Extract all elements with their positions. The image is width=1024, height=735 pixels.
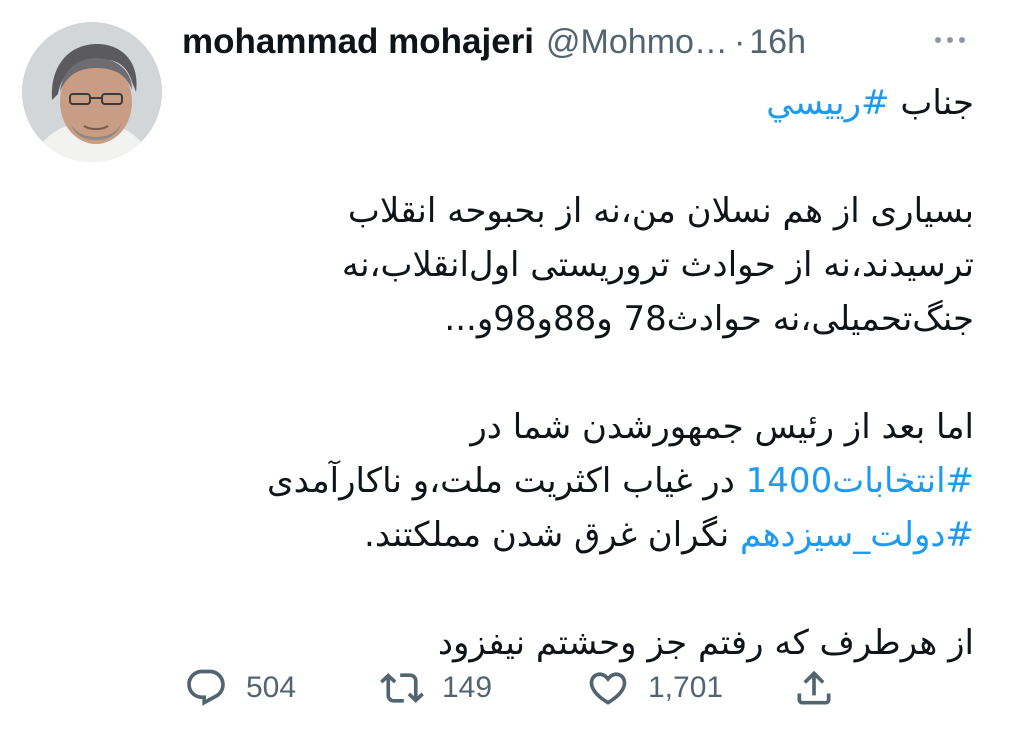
text-segment: از هرطرف که رفتم جز وحشتم نیفزود [437, 623, 974, 663]
tweet-text-line: بسیاری از هم نسلان من،نه از بحبوحه انقلا… [174, 184, 974, 238]
tweet-text-line: #انتخابات1400 در غیاب اکثریت ملت،و ناکار… [174, 454, 974, 508]
text-segment: در غیاب اکثریت ملت،و ناکارآمدی [267, 461, 746, 501]
share-button[interactable] [792, 662, 836, 714]
retweet-button[interactable]: 149 [380, 662, 492, 714]
more-dots-icon[interactable] [926, 22, 974, 58]
reply-icon [187, 669, 225, 706]
text-segment: ترسیدند،نه از حوادث تروریستی اول‌انقلاب،… [341, 245, 974, 285]
text-segment: اما بعد از رئیس جمهورشدن شما در [470, 407, 974, 447]
tweet-text-line: اما بعد از رئیس جمهورشدن شما در [174, 400, 974, 454]
tweet-text-line: ترسیدند،نه از حوادث تروریستی اول‌انقلاب،… [174, 238, 974, 292]
text-segment: بسیاری از هم نسلان من،نه از بحبوحه انقلا… [347, 191, 974, 231]
share-icon [797, 670, 831, 705]
tweet: mohammad mohajeri @Mohmo… · 16h جناب #ري… [0, 0, 1024, 735]
timestamp[interactable]: 16h [749, 23, 806, 62]
separator-dot: · [733, 22, 746, 61]
hashtag-link[interactable]: #رييسي [766, 83, 889, 123]
author-name[interactable]: mohammad mohajeri [182, 22, 534, 62]
text-segment: نگران غرق شدن مملکتند. [364, 515, 740, 555]
retweet-count: 149 [442, 671, 493, 704]
hashtag-link[interactable]: #دولت_سیزدهم [740, 515, 974, 555]
like-count: 1,701 [648, 671, 724, 704]
tweet-text-line: جناب #رييسي [174, 76, 974, 130]
hashtag-link[interactable]: #انتخابات1400 [746, 461, 974, 501]
tweet-header: mohammad mohajeri @Mohmo… · 16h [182, 18, 982, 66]
text-segment: جنگ‌تحمیلی،نه حوادث78 و88و98و... [444, 299, 974, 339]
heart-icon [589, 672, 627, 705]
tweet-text: جناب #رييسي بسیاری از هم نسلان من،نه از ب… [174, 76, 974, 670]
avatar[interactable] [22, 22, 162, 162]
author-handle[interactable]: @Mohmo… [546, 23, 728, 62]
like-button[interactable]: 1,701 [586, 662, 723, 714]
tweet-text-line: جنگ‌تحمیلی،نه حوادث78 و88و98و... [174, 292, 974, 346]
avatar-photo [22, 22, 162, 162]
action-bar: 504 149 1,701 [180, 662, 880, 714]
reply-button[interactable]: 504 [184, 662, 296, 714]
retweet-icon [380, 673, 424, 703]
text-segment: جناب [889, 83, 974, 123]
tweet-text-line: #دولت_سیزدهم نگران غرق شدن مملکتند. [174, 508, 974, 562]
reply-count: 504 [246, 671, 297, 704]
